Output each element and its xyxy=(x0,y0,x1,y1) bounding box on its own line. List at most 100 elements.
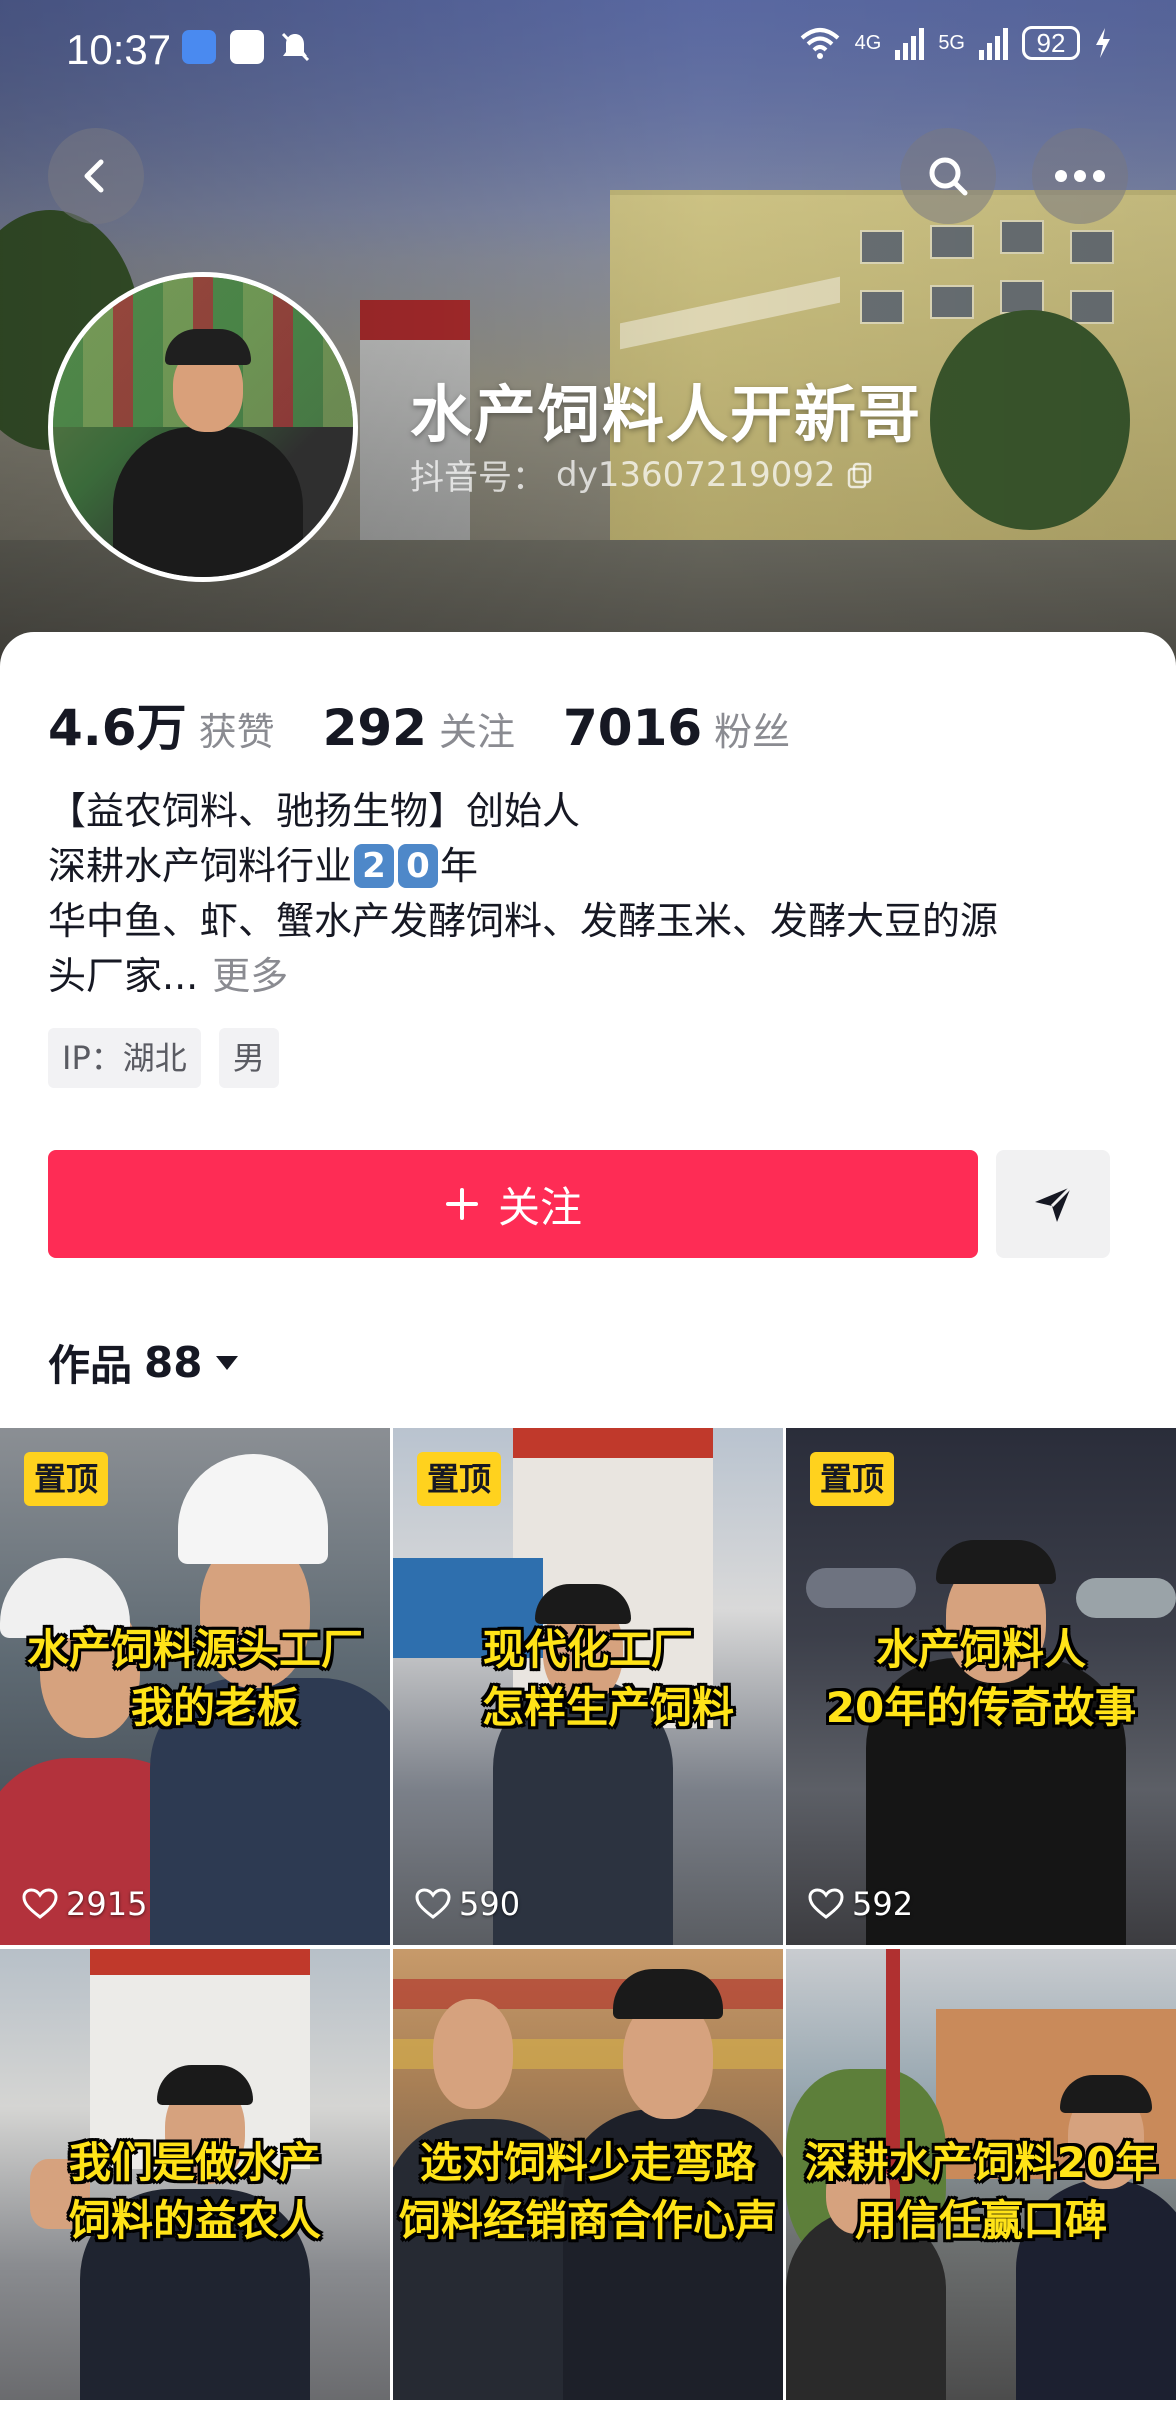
video-cap xyxy=(535,1584,631,1624)
video-building-roof xyxy=(513,1428,713,1458)
like-count: 590 xyxy=(415,1885,520,1923)
video-cap xyxy=(1060,2075,1152,2113)
stat-value: 4.6万 xyxy=(48,699,187,757)
video-caption: 水产饲料源头工厂 xyxy=(26,1625,363,1674)
stat-followers[interactable]: 7016 粉丝 xyxy=(563,699,790,757)
video-person xyxy=(433,1999,513,2109)
bio-line: 头厂家... 更多 xyxy=(48,949,1128,1004)
video-building-roof xyxy=(90,1949,310,1975)
heart-icon xyxy=(415,1888,451,1919)
charging-bolt-icon xyxy=(1096,28,1110,58)
number-badge: 0 xyxy=(398,844,439,888)
stat-label: 粉丝 xyxy=(714,710,791,754)
profile-id-value: dy13607219092 xyxy=(556,454,836,495)
status-bar: 10:37 4G 5G 92 xyxy=(0,0,1176,100)
bio-line: 深耕水产饲料行业 2 0 年 xyxy=(48,839,1128,894)
stat-following[interactable]: 292 关注 xyxy=(323,699,515,757)
pinned-badge: 置顶 xyxy=(810,1452,895,1506)
search-icon xyxy=(929,157,968,196)
app-notification-icon xyxy=(230,30,264,64)
signal-5g-icon xyxy=(979,26,1008,60)
signal-4g-icon xyxy=(895,26,925,60)
more-options-button[interactable] xyxy=(1032,128,1128,224)
follow-button[interactable]: 关注 xyxy=(48,1150,978,1258)
like-count: 592 xyxy=(808,1885,913,1923)
bio-line: 【益农饲料、驰扬生物】创始人 xyxy=(48,789,581,833)
video-cap xyxy=(936,1540,1056,1584)
video-caption: 用信任赢口碑 xyxy=(854,2196,1107,2245)
avatar-person-cap xyxy=(165,329,251,365)
back-button[interactable] xyxy=(48,128,144,224)
wifi-icon xyxy=(800,28,839,59)
send-icon xyxy=(1035,1185,1073,1222)
avatar[interactable] xyxy=(48,272,358,582)
bio-text: 年 xyxy=(440,844,479,888)
video-tile[interactable]: 置顶 水产饲料源头工厂 我的老板 2915 xyxy=(0,1428,390,1945)
video-tile[interactable]: 选对饲料少走弯路 饲料经销商合作心声 xyxy=(393,1949,783,2400)
profile-id: 抖音号： dy13607219092 xyxy=(410,450,874,499)
video-caption: 我的老板 xyxy=(130,1683,299,1732)
status-time: 10:37 xyxy=(66,26,172,73)
works-tab[interactable]: 作品 88 xyxy=(48,1332,240,1393)
more-dots-icon xyxy=(1055,170,1105,182)
network-5g-label: 5G xyxy=(938,31,965,54)
status-right-icons: 4G 5G 92 xyxy=(799,26,1112,60)
battery-indicator: 92 xyxy=(1022,26,1080,60)
video-caption: 选对饲料少走弯路 xyxy=(419,2138,756,2187)
heart-icon xyxy=(22,1888,58,1919)
like-count-value: 590 xyxy=(459,1885,521,1923)
bio-text: 深耕水产饲料行业 xyxy=(48,844,353,888)
stat-value: 292 xyxy=(322,699,427,757)
video-cap xyxy=(157,2065,253,2105)
caret-down-icon xyxy=(216,1355,239,1370)
mute-bell-icon xyxy=(281,32,310,62)
number-badge: 2 xyxy=(354,844,395,888)
video-caption: 我们是做水产 xyxy=(68,2138,321,2187)
like-count-value: 2915 xyxy=(66,1885,148,1923)
video-car xyxy=(1076,1578,1176,1618)
stat-value: 7016 xyxy=(562,699,703,757)
profile-bio[interactable]: 【益农饲料、驰扬生物】创始人 深耕水产饲料行业 2 0 年 华中鱼、虾、蟹水产发酵饲料… xyxy=(48,784,1128,1004)
works-count: 88 xyxy=(144,1338,203,1387)
like-count-value: 592 xyxy=(852,1885,914,1923)
video-car xyxy=(806,1568,916,1608)
profile-name: 水产饲料人开新哥 xyxy=(410,378,923,451)
stat-label: 获赞 xyxy=(198,710,275,754)
share-button[interactable] xyxy=(996,1150,1110,1258)
profile-id-label: 抖音号： xyxy=(410,458,546,498)
profile-tags: IP：湖北 男 xyxy=(48,1028,279,1088)
video-tile[interactable]: 深耕水产饲料20年 用信任赢口碑 xyxy=(786,1949,1176,2400)
pinned-badge: 置顶 xyxy=(417,1452,502,1506)
bio-text: 头厂家... xyxy=(48,954,199,998)
chevron-left-icon xyxy=(84,159,104,193)
video-tile[interactable]: 我们是做水产 饲料的益农人 xyxy=(0,1949,390,2400)
copy-icon[interactable] xyxy=(846,461,874,489)
status-notification-icons xyxy=(182,30,312,64)
video-caption: 饲料的益农人 xyxy=(68,2196,321,2245)
pinned-badge: 置顶 xyxy=(24,1452,109,1506)
follow-button-label: 关注 xyxy=(497,1182,582,1232)
profile-stats: 4.6万 获赞 292 关注 7016 粉丝 xyxy=(48,688,838,760)
video-caption: 怎样生产饲料 xyxy=(481,1683,734,1732)
stat-label: 关注 xyxy=(438,710,515,754)
search-button[interactable] xyxy=(900,128,996,224)
bio-more-link[interactable]: 更多 xyxy=(212,954,288,998)
video-caption: 饲料经销商合作心声 xyxy=(398,2196,777,2245)
ip-location-tag: IP：湖北 xyxy=(48,1028,201,1088)
video-caption: 现代化工厂 xyxy=(482,1625,693,1674)
bio-line: 华中鱼、虾、蟹水产发酵饲料、发酵玉米、发酵大豆的源 xyxy=(48,899,999,943)
network-4g-label: 4G xyxy=(854,31,882,54)
video-cap xyxy=(613,1969,723,2019)
heart-icon xyxy=(808,1888,844,1919)
video-caption: 20年的传奇故事 xyxy=(825,1683,1137,1732)
video-caption: 水产饲料人 xyxy=(875,1625,1086,1674)
app-notification-icon xyxy=(182,30,216,64)
avatar-person-body xyxy=(113,427,303,577)
plus-icon xyxy=(445,1188,478,1220)
video-caption: 深耕水产饲料20年 xyxy=(804,2138,1158,2187)
works-label: 作品 xyxy=(48,1341,133,1390)
video-tile[interactable]: 置顶 水产饲料人 20年的传奇故事 592 xyxy=(786,1428,1176,1945)
gender-tag: 男 xyxy=(218,1028,279,1088)
video-tile[interactable]: 置顶 现代化工厂 怎样生产饲料 590 xyxy=(393,1428,783,1945)
stat-likes[interactable]: 4.6万 获赞 xyxy=(48,688,275,760)
